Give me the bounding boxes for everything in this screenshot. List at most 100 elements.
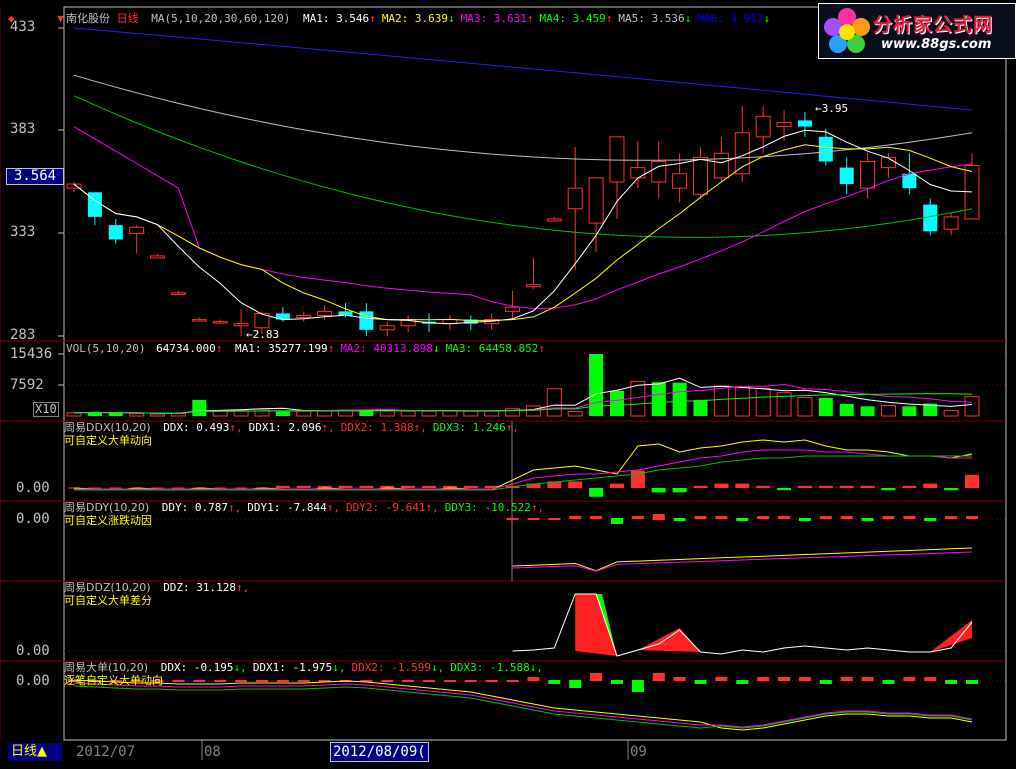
candle-body-34 (776, 121, 792, 128)
flower-logo-icon (824, 8, 870, 53)
volma-arrow-0: ↑ (327, 342, 335, 355)
ddx-bar-26 (609, 483, 624, 488)
big-arrow-3: ↓, (529, 661, 544, 674)
big-bar-7 (214, 680, 227, 682)
candle-body-11 (296, 314, 312, 319)
big-bar-23 (548, 680, 561, 684)
big-arrow-2: ↓, (431, 661, 445, 674)
ddy-bar-42 (945, 516, 958, 519)
vol-bar-12 (317, 410, 333, 417)
big-bar-31 (715, 677, 728, 681)
logo-title: 分析家公式网 (873, 14, 994, 36)
ddx-bar-33 (756, 485, 771, 488)
candle-body-25 (588, 177, 604, 224)
vol-bar-2 (108, 413, 123, 416)
candle-body-42 (943, 216, 959, 230)
candle-body-3 (129, 226, 145, 234)
candle-body-4 (150, 255, 166, 259)
candle-body-29 (672, 173, 688, 189)
volma-item-0: MA1: 35277.199 (234, 342, 328, 355)
big-arrow-0: ↓, (233, 661, 247, 674)
ma-item-4: MA5: 3.536 (618, 12, 685, 25)
vol-bar-9 (254, 408, 270, 417)
ddz-header: 周易DDZ(10,20) DDZ: 31.128↑, (64, 581, 249, 594)
ddx-header: 周易DDX(10,20) DDX: 0.493↑, DDX1: 2.096↑, DD… (64, 421, 519, 434)
low-price-mark: ←2.83 (246, 328, 280, 341)
ddx-bar-38 (860, 485, 875, 488)
date-2012-07: 2012/07 (76, 744, 136, 760)
ddy-bar-36 (819, 516, 832, 519)
ddy-bar-21 (506, 518, 519, 520)
ddy-bar-25 (590, 516, 603, 519)
vol-tick-7592: 7592 (10, 377, 44, 393)
ddy-values: DDY: 0.787↑, DDY1: -7.844↑, DDY2: -9.641↑,… (156, 501, 544, 514)
vol-bar-37 (839, 403, 854, 416)
big-bar-34 (778, 677, 791, 681)
ma-item-3: MA4: 3.459 (539, 12, 606, 25)
vol-bar-39 (880, 405, 896, 417)
ddy-bar-35 (798, 518, 811, 521)
vol-value: 64734.000 (156, 342, 216, 355)
ddx-bar-41 (923, 483, 938, 488)
ddy-arrow-3: ↑, (530, 501, 545, 514)
vol-bar-38 (860, 406, 875, 416)
current-price-box: 3.564 (6, 168, 64, 185)
ddx-bar-25 (589, 488, 604, 497)
ma-arrow-5: ↓ (763, 12, 771, 25)
ddy-bar-39 (882, 516, 895, 519)
vol-bar-29 (672, 382, 687, 416)
big-item-2: DDX2: -1.599 (351, 661, 432, 674)
ddy-bar-22 (527, 518, 540, 520)
big-bar-5 (172, 680, 185, 682)
period-tab[interactable]: 日线▲ (8, 743, 62, 761)
selected-date[interactable]: 2012/08/09( (330, 742, 429, 762)
ddx-bar-39 (881, 488, 896, 491)
ddx-subtitle: 可自定义大单动向 (64, 434, 152, 447)
big-bar-8 (235, 680, 248, 682)
vol-bar-19 (463, 410, 479, 417)
volma-arrow-1: ↓ (433, 342, 440, 355)
big-values: DDX: -0.195↓, DDX1: -1.975↓, DDX2: -1.599↓… (155, 661, 543, 674)
candle-body-23 (546, 218, 562, 222)
ddx-line-3 (74, 455, 972, 491)
big-item-0: DDX: -0.195 (160, 661, 234, 674)
vol-bar-40 (902, 406, 917, 416)
ddy-title: 周易DDY(10,20) (64, 501, 150, 514)
ma3-line (73, 126, 973, 310)
ddy-bar-26 (610, 518, 623, 524)
candle-body-35 (797, 120, 812, 127)
ddy-bar-37 (840, 516, 853, 519)
ddx-bar-37 (839, 485, 854, 488)
big-item-1: DDX1: -1.975 (252, 661, 333, 674)
ddx-bar-40 (902, 485, 917, 488)
big-bar-6 (193, 680, 206, 682)
site-logo: 分析家公式网 www.88gs.com (818, 3, 1016, 59)
ddx-line-1 (73, 439, 973, 491)
ddy-bar-32 (736, 518, 749, 521)
big-subtitle: 逐笔自定义大单动向 (64, 674, 163, 687)
candle-body-8 (233, 323, 249, 327)
candle-body-5 (170, 292, 186, 295)
ddy-bar-33 (757, 516, 770, 519)
big-title: 周易大单(10,20) (64, 661, 149, 674)
ma-item-0: MA1: 3.546 (302, 12, 370, 25)
ma-title: MA(5,10,20,30,60,120) (151, 12, 291, 25)
stock-chart-canvas[interactable] (0, 0, 1016, 769)
vol-bar-10 (275, 411, 290, 416)
big-bar-22 (527, 677, 540, 681)
ddy-bar-34 (778, 516, 791, 519)
ddy-arrow-0: ↑, (228, 501, 242, 514)
ddz-zero: 0.00 (16, 643, 50, 659)
vol-bar-4 (150, 413, 166, 417)
ddz-values: DDZ: 31.128↑, (157, 581, 249, 594)
ddx-bar-17 (422, 485, 437, 488)
big-header: 周易大单(10,20) DDX: -0.195↓, DDX1: -1.975↓, D… (64, 661, 543, 674)
big-bar-17 (423, 680, 436, 682)
ddx-values: DDX: 0.493↑, DDX1: 2.096↑, DDX2: 1.388↑, DD… (157, 421, 519, 434)
big-line-3 (73, 685, 973, 729)
vol-ma-values: MA1: 35277.199↑ MA2: 40313.898↓ MA3: 64458… (229, 342, 545, 355)
big-bar-18 (443, 680, 456, 682)
period-label: 日线 (116, 12, 139, 25)
ddx-bar-16 (401, 485, 416, 488)
vol-bar-20 (484, 410, 500, 417)
